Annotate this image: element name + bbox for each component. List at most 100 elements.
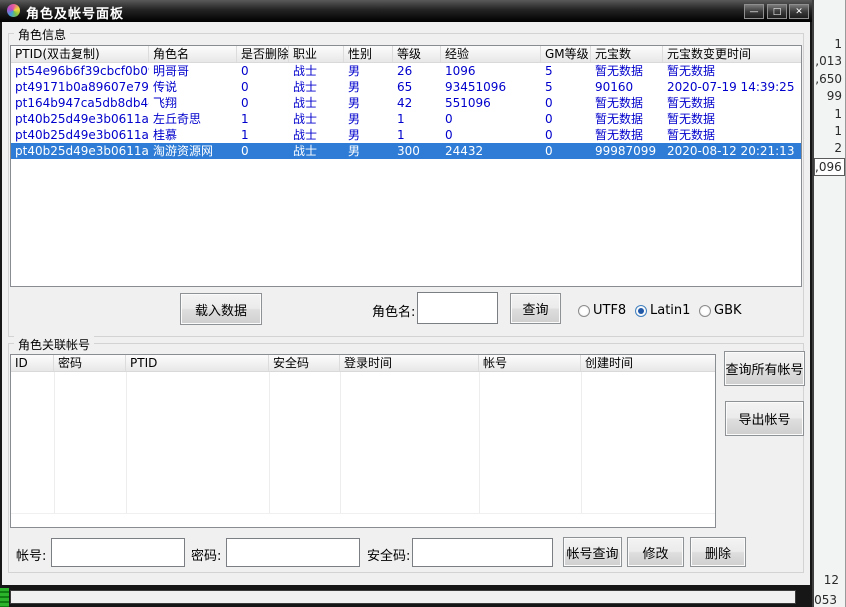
char-table-col-9[interactable]: 元宝数变更时间	[663, 46, 802, 62]
password-input[interactable]	[226, 538, 360, 567]
char-table-cell: 5	[541, 63, 591, 79]
char-table-cell: 0	[441, 111, 541, 127]
close-button[interactable]: ✕	[789, 4, 809, 19]
char-table-col-2[interactable]: 是否删除	[237, 46, 289, 62]
char-table-body: pt54e96b6f39cbcf0b09明哥哥0战士男2610965暂无数据暂无…	[11, 63, 801, 159]
char-table-cell: 男	[344, 95, 393, 111]
char-table-col-8[interactable]: 元宝数	[591, 46, 663, 62]
char-table-cell: 战士	[289, 143, 344, 159]
bg-number: 2	[834, 140, 842, 156]
radio-icon	[578, 305, 590, 317]
char-table-col-5[interactable]: 等级	[393, 46, 441, 62]
char-table-cell: 明哥哥	[149, 63, 237, 79]
char-table-cell: pt164b947ca5db8db4eb	[11, 95, 149, 111]
load-data-button[interactable]: 载入数据	[180, 293, 262, 325]
account-table-col-0[interactable]: ID	[11, 355, 54, 371]
char-table-cell: 0	[237, 63, 289, 79]
char-table-cell: 0	[237, 79, 289, 95]
delete-button[interactable]: 删除	[690, 537, 746, 567]
char-table-cell: 左丘奇思	[149, 111, 237, 127]
account-table-col-1[interactable]: 密码	[54, 355, 126, 371]
char-table-cell: pt40b25d49e3b0611a7b	[11, 111, 149, 127]
bg-number: 1	[834, 106, 842, 122]
char-table-col-7[interactable]: GM等级	[541, 46, 591, 62]
query-all-accounts-button[interactable]: 查询所有帐号	[724, 351, 805, 386]
char-table-cell: 战士	[289, 63, 344, 79]
char-table-cell: pt49171b0a89607e79ab	[11, 79, 149, 95]
char-table-cell: 淘游资源网	[149, 143, 237, 159]
radio-label: Latin1	[650, 303, 690, 318]
char-table-cell: pt54e96b6f39cbcf0b09	[11, 63, 149, 79]
char-table-cell: 战士	[289, 127, 344, 143]
table-gridline	[581, 372, 582, 513]
char-table-cell: 传说	[149, 79, 237, 95]
radio-label: UTF8	[593, 303, 626, 318]
char-table-cell: 93451096	[441, 79, 541, 95]
char-table-col-6[interactable]: 经验	[441, 46, 541, 62]
char-table-cell: 暂无数据	[591, 63, 663, 79]
char-table-cell: 暂无数据	[663, 95, 802, 111]
safecode-input[interactable]	[412, 538, 553, 567]
char-table-cell: 战士	[289, 95, 344, 111]
char-table-cell: 300	[393, 143, 441, 159]
char-table: PTID(双击复制)角色名是否删除职业性别等级经验GM等级元宝数元宝数变更时间 …	[10, 45, 802, 287]
window-title: 角色及帐号面板	[26, 3, 124, 22]
char-table-cell: 0	[541, 127, 591, 143]
char-name-input[interactable]	[417, 292, 498, 324]
account-table-col-3[interactable]: 安全码	[269, 355, 340, 371]
char-table-row-3[interactable]: pt40b25d49e3b0611a7b左丘奇思1战士男100暂无数据暂无数据	[11, 111, 801, 127]
char-table-cell: 42	[393, 95, 441, 111]
char-table-cell: 1	[237, 111, 289, 127]
char-table-cell: 26	[393, 63, 441, 79]
radio-label: GBK	[714, 303, 742, 318]
char-table-cell: 暂无数据	[663, 127, 802, 143]
char-table-col-4[interactable]: 性别	[344, 46, 393, 62]
char-table-row-1[interactable]: pt49171b0a89607e79ab传说0战士男65934510965901…	[11, 79, 801, 95]
account-label: 帐号:	[16, 545, 46, 564]
char-table-row-2[interactable]: pt164b947ca5db8db4eb飞翔0战士男425510960暂无数据暂…	[11, 95, 801, 111]
radio-gbk[interactable]: GBK	[699, 303, 742, 318]
char-table-row-4[interactable]: pt40b25d49e3b0611a7b桂慕1战士男100暂无数据暂无数据	[11, 127, 801, 143]
char-table-col-0[interactable]: PTID(双击复制)	[11, 46, 149, 62]
char-table-col-3[interactable]: 职业	[289, 46, 344, 62]
table-gridline	[479, 372, 480, 513]
char-table-cell: 男	[344, 63, 393, 79]
modify-button[interactable]: 修改	[627, 537, 684, 567]
char-table-row-5[interactable]: pt40b25d49e3b0611a7b淘游资源网0战士男30024432099…	[11, 143, 801, 159]
account-table-col-6[interactable]: 创建时间	[581, 355, 716, 371]
account-table-col-2[interactable]: PTID	[126, 355, 269, 371]
char-table-row-0[interactable]: pt54e96b6f39cbcf0b09明哥哥0战士男2610965暂无数据暂无…	[11, 63, 801, 79]
radio-latin1[interactable]: Latin1	[635, 303, 690, 318]
char-table-cell: 暂无数据	[591, 95, 663, 111]
password-label: 密码:	[191, 545, 221, 564]
background-window-edge[interactable]	[10, 590, 796, 604]
query-button[interactable]: 查询	[510, 293, 561, 324]
char-table-cell: 0	[541, 95, 591, 111]
char-table-cell: 男	[344, 79, 393, 95]
linked-accounts-group-label: 角色关联帐号	[14, 336, 94, 353]
char-table-cell: 暂无数据	[591, 111, 663, 127]
account-query-button[interactable]: 帐号查询	[563, 537, 622, 567]
account-input[interactable]	[51, 538, 185, 567]
char-name-label: 角色名:	[372, 301, 415, 320]
account-table-col-4[interactable]: 登录时间	[340, 355, 479, 371]
bg-number: 1	[834, 123, 842, 139]
char-table-cell: 0	[541, 143, 591, 159]
char-table-cell: 飞翔	[149, 95, 237, 111]
radio-utf8[interactable]: UTF8	[578, 303, 626, 318]
account-table-col-5[interactable]: 帐号	[479, 355, 581, 371]
char-table-cell: 暂无数据	[591, 127, 663, 143]
char-table-cell: pt40b25d49e3b0611a7b	[11, 127, 149, 143]
bg-number-partial: 12	[824, 572, 839, 588]
char-table-cell: 暂无数据	[663, 63, 802, 79]
char-table-col-1[interactable]: 角色名	[149, 46, 237, 62]
table-gridline	[11, 513, 715, 514]
maximize-button[interactable]: □	[767, 4, 787, 19]
background-app-icon[interactable]	[0, 588, 9, 607]
background-window-sliver[interactable]: 1,013,65099112,096 12 053	[812, 0, 846, 607]
char-info-group-label: 角色信息	[14, 26, 70, 43]
minimize-button[interactable]: —	[744, 4, 764, 19]
char-table-cell: 1096	[441, 63, 541, 79]
char-table-cell: 65	[393, 79, 441, 95]
export-accounts-button[interactable]: 导出帐号	[725, 401, 804, 436]
